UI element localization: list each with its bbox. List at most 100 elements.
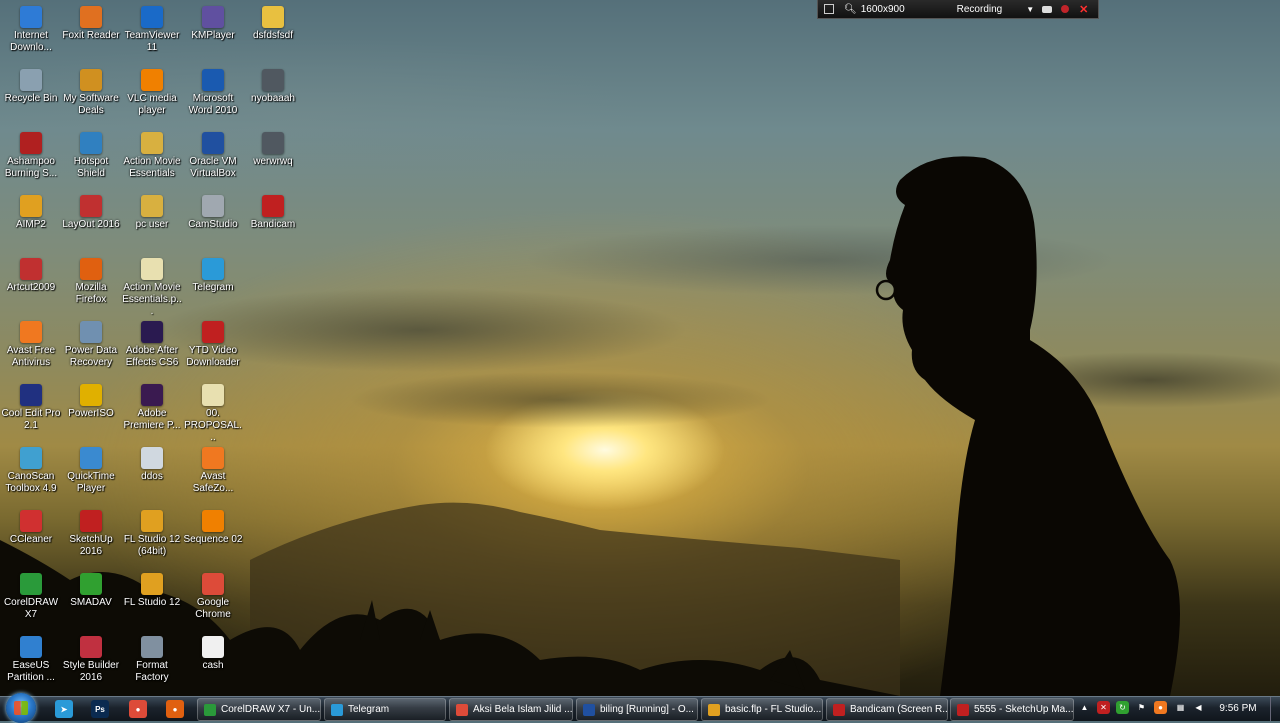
taskbar-button-label: CorelDRAW X7 - Un... — [221, 704, 321, 715]
desktop-icon[interactable]: Style Builder 2016 — [60, 632, 122, 692]
desktop-icon[interactable]: dsfdsfsdf — [242, 2, 304, 62]
clock[interactable]: 9:56 PM — [1212, 703, 1264, 714]
desktop-icon[interactable]: QuickTime Player — [60, 443, 122, 503]
desktop-icon[interactable]: Avast SafeZo... — [182, 443, 244, 503]
desktop-icon-label: CorelDRAW X7 — [3, 597, 59, 620]
desktop-icon[interactable]: CCleaner — [0, 506, 62, 566]
premiere-icon — [141, 384, 163, 406]
desktop-icon[interactable]: Internet Downlo... — [0, 2, 62, 62]
virtualbox-icon — [202, 132, 224, 154]
desktop-icon[interactable]: Power Data Recovery — [60, 317, 122, 377]
taskbar-button[interactable]: biling [Running] - O... — [576, 698, 698, 721]
desktop-icon-label: Style Builder 2016 — [62, 660, 120, 683]
desktop-icon[interactable]: 00. PROPOSAL... — [182, 380, 244, 443]
desktop-icon[interactable]: PowerISO — [60, 380, 122, 440]
desktop-icons: Internet Downlo... Recycle Bin Ashampoo Bu… — [0, 0, 295, 696]
desktop-icon[interactable]: Bandicam — [242, 191, 304, 251]
desktop-icon[interactable]: Foxit Reader — [60, 2, 122, 62]
desktop-icon-label: KMPlayer — [191, 30, 235, 41]
desktop-icon[interactable]: werwrwq — [242, 128, 304, 188]
desktop-icon[interactable]: FL Studio 12 (64bit) — [121, 506, 183, 566]
desktop-icon[interactable]: Cool Edit Pro 2.1 — [0, 380, 62, 440]
desktop-icon-label: CCleaner — [9, 534, 53, 545]
desktop-icon[interactable]: CorelDRAW X7 — [0, 569, 62, 629]
layout-icon — [80, 195, 102, 217]
desktop-icon[interactable]: EaseUS Partition ... — [0, 632, 62, 692]
taskbar-button-label: Telegram — [348, 704, 390, 715]
taskbar-button[interactable]: basic.flp - FL Studio... — [701, 698, 823, 721]
desktop-icon[interactable]: CanoScan Toolbox 4.9 — [0, 443, 62, 503]
desktop-icon[interactable]: Adobe After Effects CS6 — [121, 317, 183, 377]
desktop-icon[interactable]: TeamViewer 11 — [121, 2, 183, 62]
desktop-icon[interactable]: Adobe Premiere P... — [121, 380, 183, 440]
desktop-icon[interactable]: Mozilla Firefox — [60, 254, 122, 314]
desktop-icon[interactable]: My Software Deals — [60, 65, 122, 125]
desktop-icon[interactable]: Sequence 02 — [182, 506, 244, 566]
chevron-down-icon[interactable]: ▼ — [1026, 5, 1034, 14]
desktop-icon[interactable]: Recycle Bin — [0, 65, 62, 125]
desktop-icon[interactable]: Microsoft Word 2010 — [182, 65, 244, 125]
firefox-icon[interactable]: ● — [166, 700, 184, 718]
taskbar-button-label: 5555 - SketchUp Ma... — [974, 704, 1074, 715]
desktop-icon[interactable]: Artcut2009 — [0, 254, 62, 314]
taskbar-button[interactable]: 5555 - SketchUp Ma... — [950, 698, 1074, 721]
desktop-icon[interactable]: KMPlayer — [182, 2, 244, 62]
telegram-icon[interactable]: ➤ — [55, 700, 73, 718]
desktop-icon[interactable]: AIMP2 — [0, 191, 62, 251]
desktop-icon[interactable]: Action Movie Essentials — [121, 128, 183, 188]
security-alert-icon[interactable]: ✕ — [1097, 701, 1110, 714]
chrome-icon — [202, 573, 224, 595]
record-icon[interactable] — [1061, 5, 1070, 13]
update-icon[interactable]: ↻ — [1116, 701, 1129, 714]
desktop-icon[interactable]: YTD Video Downloader — [182, 317, 244, 377]
desktop-icon[interactable]: SketchUp 2016 — [60, 506, 122, 566]
taskbar-button[interactable]: Telegram — [324, 698, 446, 721]
desktop-icon[interactable]: Format Factory — [121, 632, 183, 692]
desktop-icon-label: Hotspot Shield — [73, 156, 109, 179]
cool-edit-icon — [20, 384, 42, 406]
camstudio-icon — [202, 195, 224, 217]
desktop-icon[interactable]: Ashampoo Burning S... — [0, 128, 62, 188]
desktop-icon[interactable]: Action Movie Essentials.p... — [121, 254, 183, 317]
desktop-icon[interactable]: pc user — [121, 191, 183, 251]
desktop-icon-label: ddos — [141, 471, 163, 482]
camera-icon[interactable] — [1042, 5, 1053, 13]
flag-icon[interactable]: ⚑ — [1135, 701, 1148, 714]
show-hidden-icons-icon[interactable]: ▲ — [1078, 701, 1091, 714]
taskbar-button[interactable]: Bandicam (Screen R... — [826, 698, 948, 721]
show-desktop-button[interactable] — [1270, 697, 1280, 721]
desktop-icon[interactable]: ddos — [121, 443, 183, 503]
taskbar-button[interactable]: CorelDRAW X7 - Un... — [197, 698, 321, 721]
target-window-icon[interactable] — [824, 4, 834, 14]
desktop-icon[interactable]: nyobaaah — [242, 65, 304, 125]
desktop-icon[interactable]: LayOut 2016 — [60, 191, 122, 251]
firefox-icon — [80, 258, 102, 280]
fl-studio-icon — [141, 510, 163, 532]
document-icon — [202, 636, 224, 658]
photoshop-icon[interactable]: Ps — [91, 700, 109, 718]
volume-icon[interactable]: ◀ — [1192, 701, 1205, 714]
avast-tray-icon[interactable]: ● — [1154, 701, 1167, 714]
chrome-icon[interactable]: ● — [129, 700, 147, 718]
desktop-icon-label: Avast SafeZo... — [192, 471, 234, 494]
desktop-icon[interactable]: CamStudio — [182, 191, 244, 251]
desktop-icon-label: Mozilla Firefox — [75, 282, 107, 305]
desktop-icon[interactable]: Hotspot Shield — [60, 128, 122, 188]
zoom-icon[interactable]: 🔍︎ — [844, 4, 857, 15]
desktop-icon[interactable]: Telegram — [182, 254, 244, 314]
desktop-icon-label: Ashampoo Burning S... — [4, 156, 58, 179]
desktop-icon[interactable]: FL Studio 12 — [121, 569, 183, 629]
desktop-icon[interactable]: Avast Free Antivirus — [0, 317, 62, 377]
start-button[interactable] — [6, 693, 36, 723]
desktop-icon[interactable]: VLC media player — [121, 65, 183, 125]
network-icon[interactable]: ▦ — [1174, 701, 1187, 714]
desktop-icon-label: Internet Downlo... — [10, 30, 52, 53]
taskbar-button[interactable]: Aksi Bela Islam Jilid ... — [449, 698, 573, 721]
desktop-icon[interactable]: cash — [182, 632, 244, 692]
desktop-icon[interactable]: Google Chrome — [182, 569, 244, 629]
desktop-icon-label: Artcut2009 — [6, 282, 56, 293]
close-icon[interactable]: ✕ — [1079, 3, 1088, 16]
desktop-icon-label: dsfdsfsdf — [252, 30, 294, 41]
desktop-icon[interactable]: Oracle VM VirtualBox — [182, 128, 244, 188]
desktop-icon[interactable]: SMADAV — [60, 569, 122, 629]
